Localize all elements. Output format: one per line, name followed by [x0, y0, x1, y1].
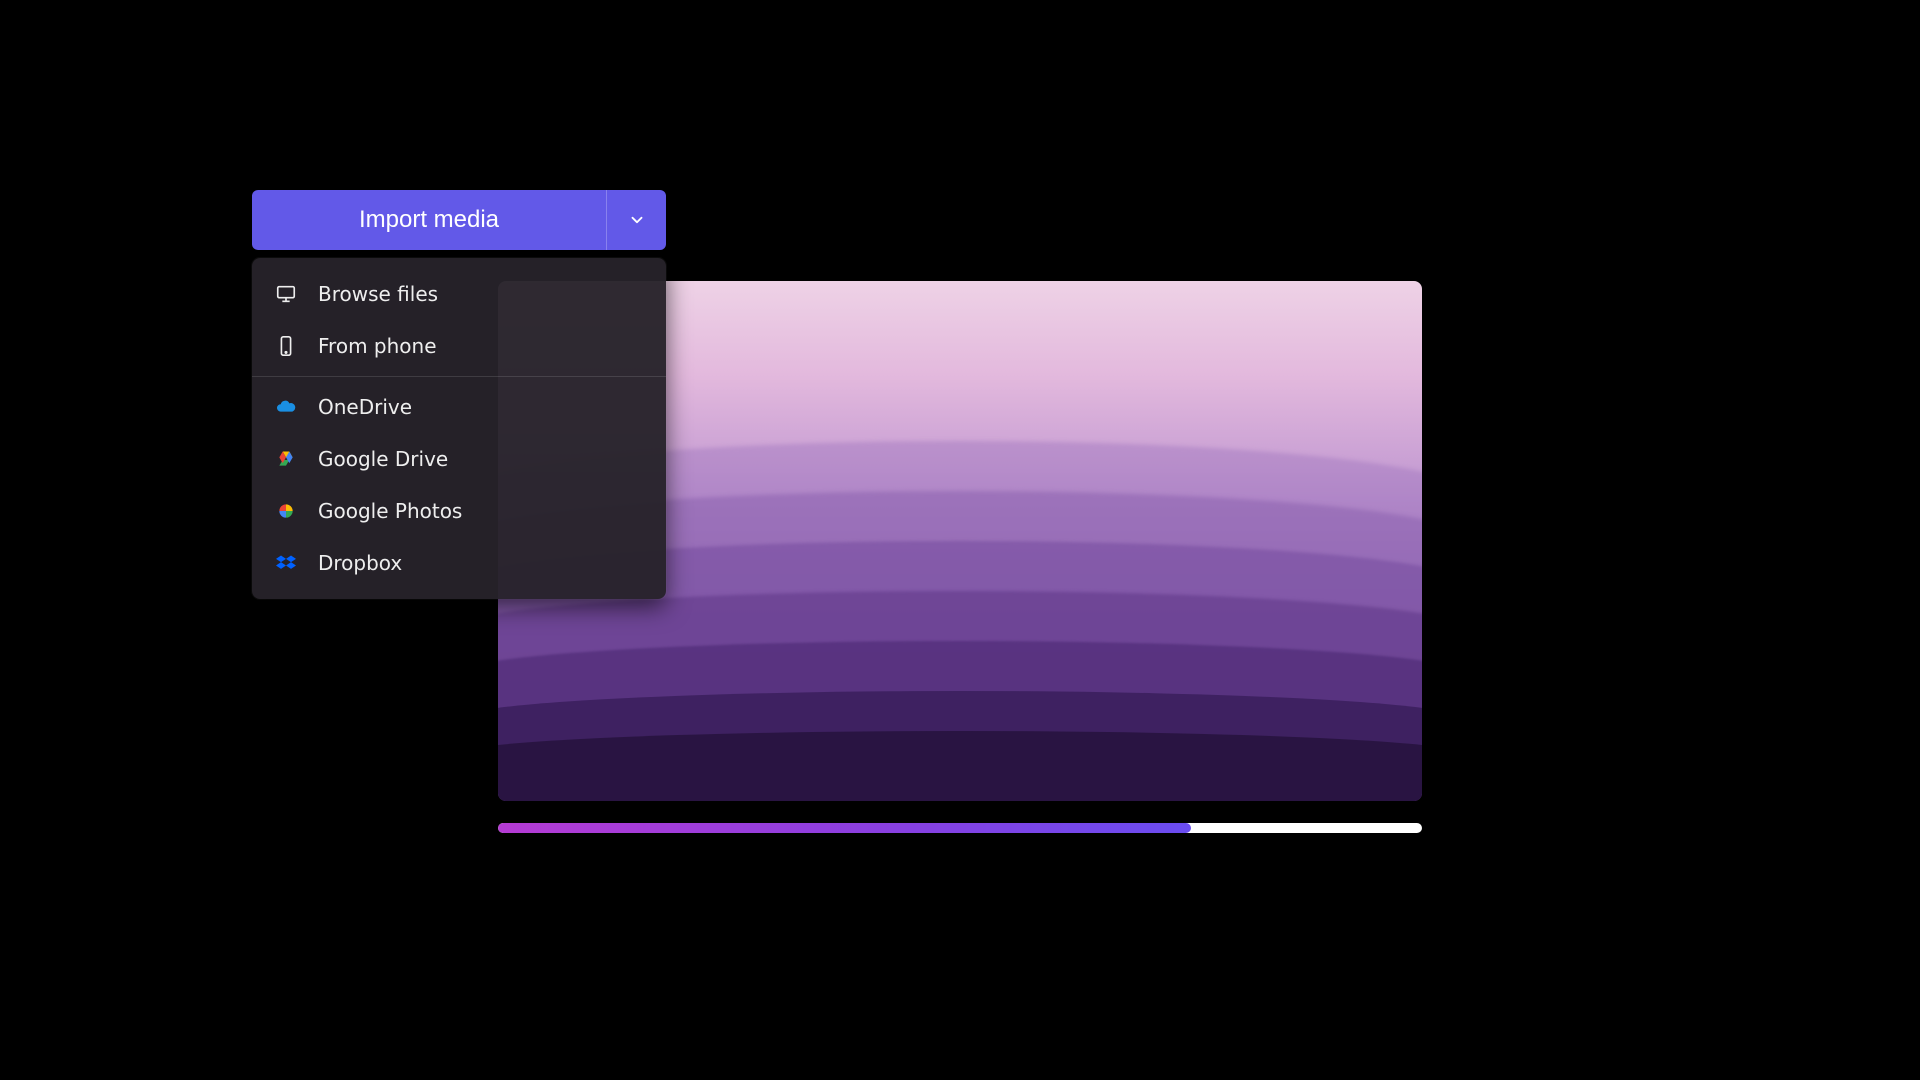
menu-item-dropbox[interactable]: Dropbox: [252, 537, 666, 589]
import-media-label: Import media: [359, 206, 499, 234]
menu-divider: [252, 376, 666, 377]
menu-item-label: OneDrive: [318, 395, 412, 419]
chevron-down-icon: [625, 208, 649, 232]
progress-fill: [498, 823, 1191, 833]
stage: Import media Browse files: [0, 0, 1920, 1080]
dropbox-icon: [274, 551, 298, 575]
menu-item-from-phone[interactable]: From phone: [252, 320, 666, 372]
monitor-icon: [274, 282, 298, 306]
import-dropdown-menu: Browse files From phone One: [252, 258, 666, 599]
import-dropdown-toggle[interactable]: [606, 190, 666, 250]
menu-item-label: Browse files: [318, 282, 438, 306]
phone-icon: [274, 334, 298, 358]
google-photos-icon: [274, 499, 298, 523]
import-media-button[interactable]: Import media: [252, 190, 606, 250]
menu-item-label: Google Photos: [318, 499, 462, 523]
menu-item-google-drive[interactable]: Google Drive: [252, 433, 666, 485]
menu-item-onedrive[interactable]: OneDrive: [252, 381, 666, 433]
mountain-ridge: [498, 731, 1422, 801]
menu-item-label: From phone: [318, 334, 437, 358]
menu-item-browse-files[interactable]: Browse files: [252, 268, 666, 320]
menu-item-label: Dropbox: [318, 551, 402, 575]
import-cluster: Import media Browse files: [252, 190, 666, 599]
menu-item-label: Google Drive: [318, 447, 448, 471]
progress-bar[interactable]: [498, 823, 1422, 833]
google-drive-icon: [274, 447, 298, 471]
onedrive-icon: [274, 395, 298, 419]
menu-item-google-photos[interactable]: Google Photos: [252, 485, 666, 537]
import-split-button: Import media: [252, 190, 666, 250]
